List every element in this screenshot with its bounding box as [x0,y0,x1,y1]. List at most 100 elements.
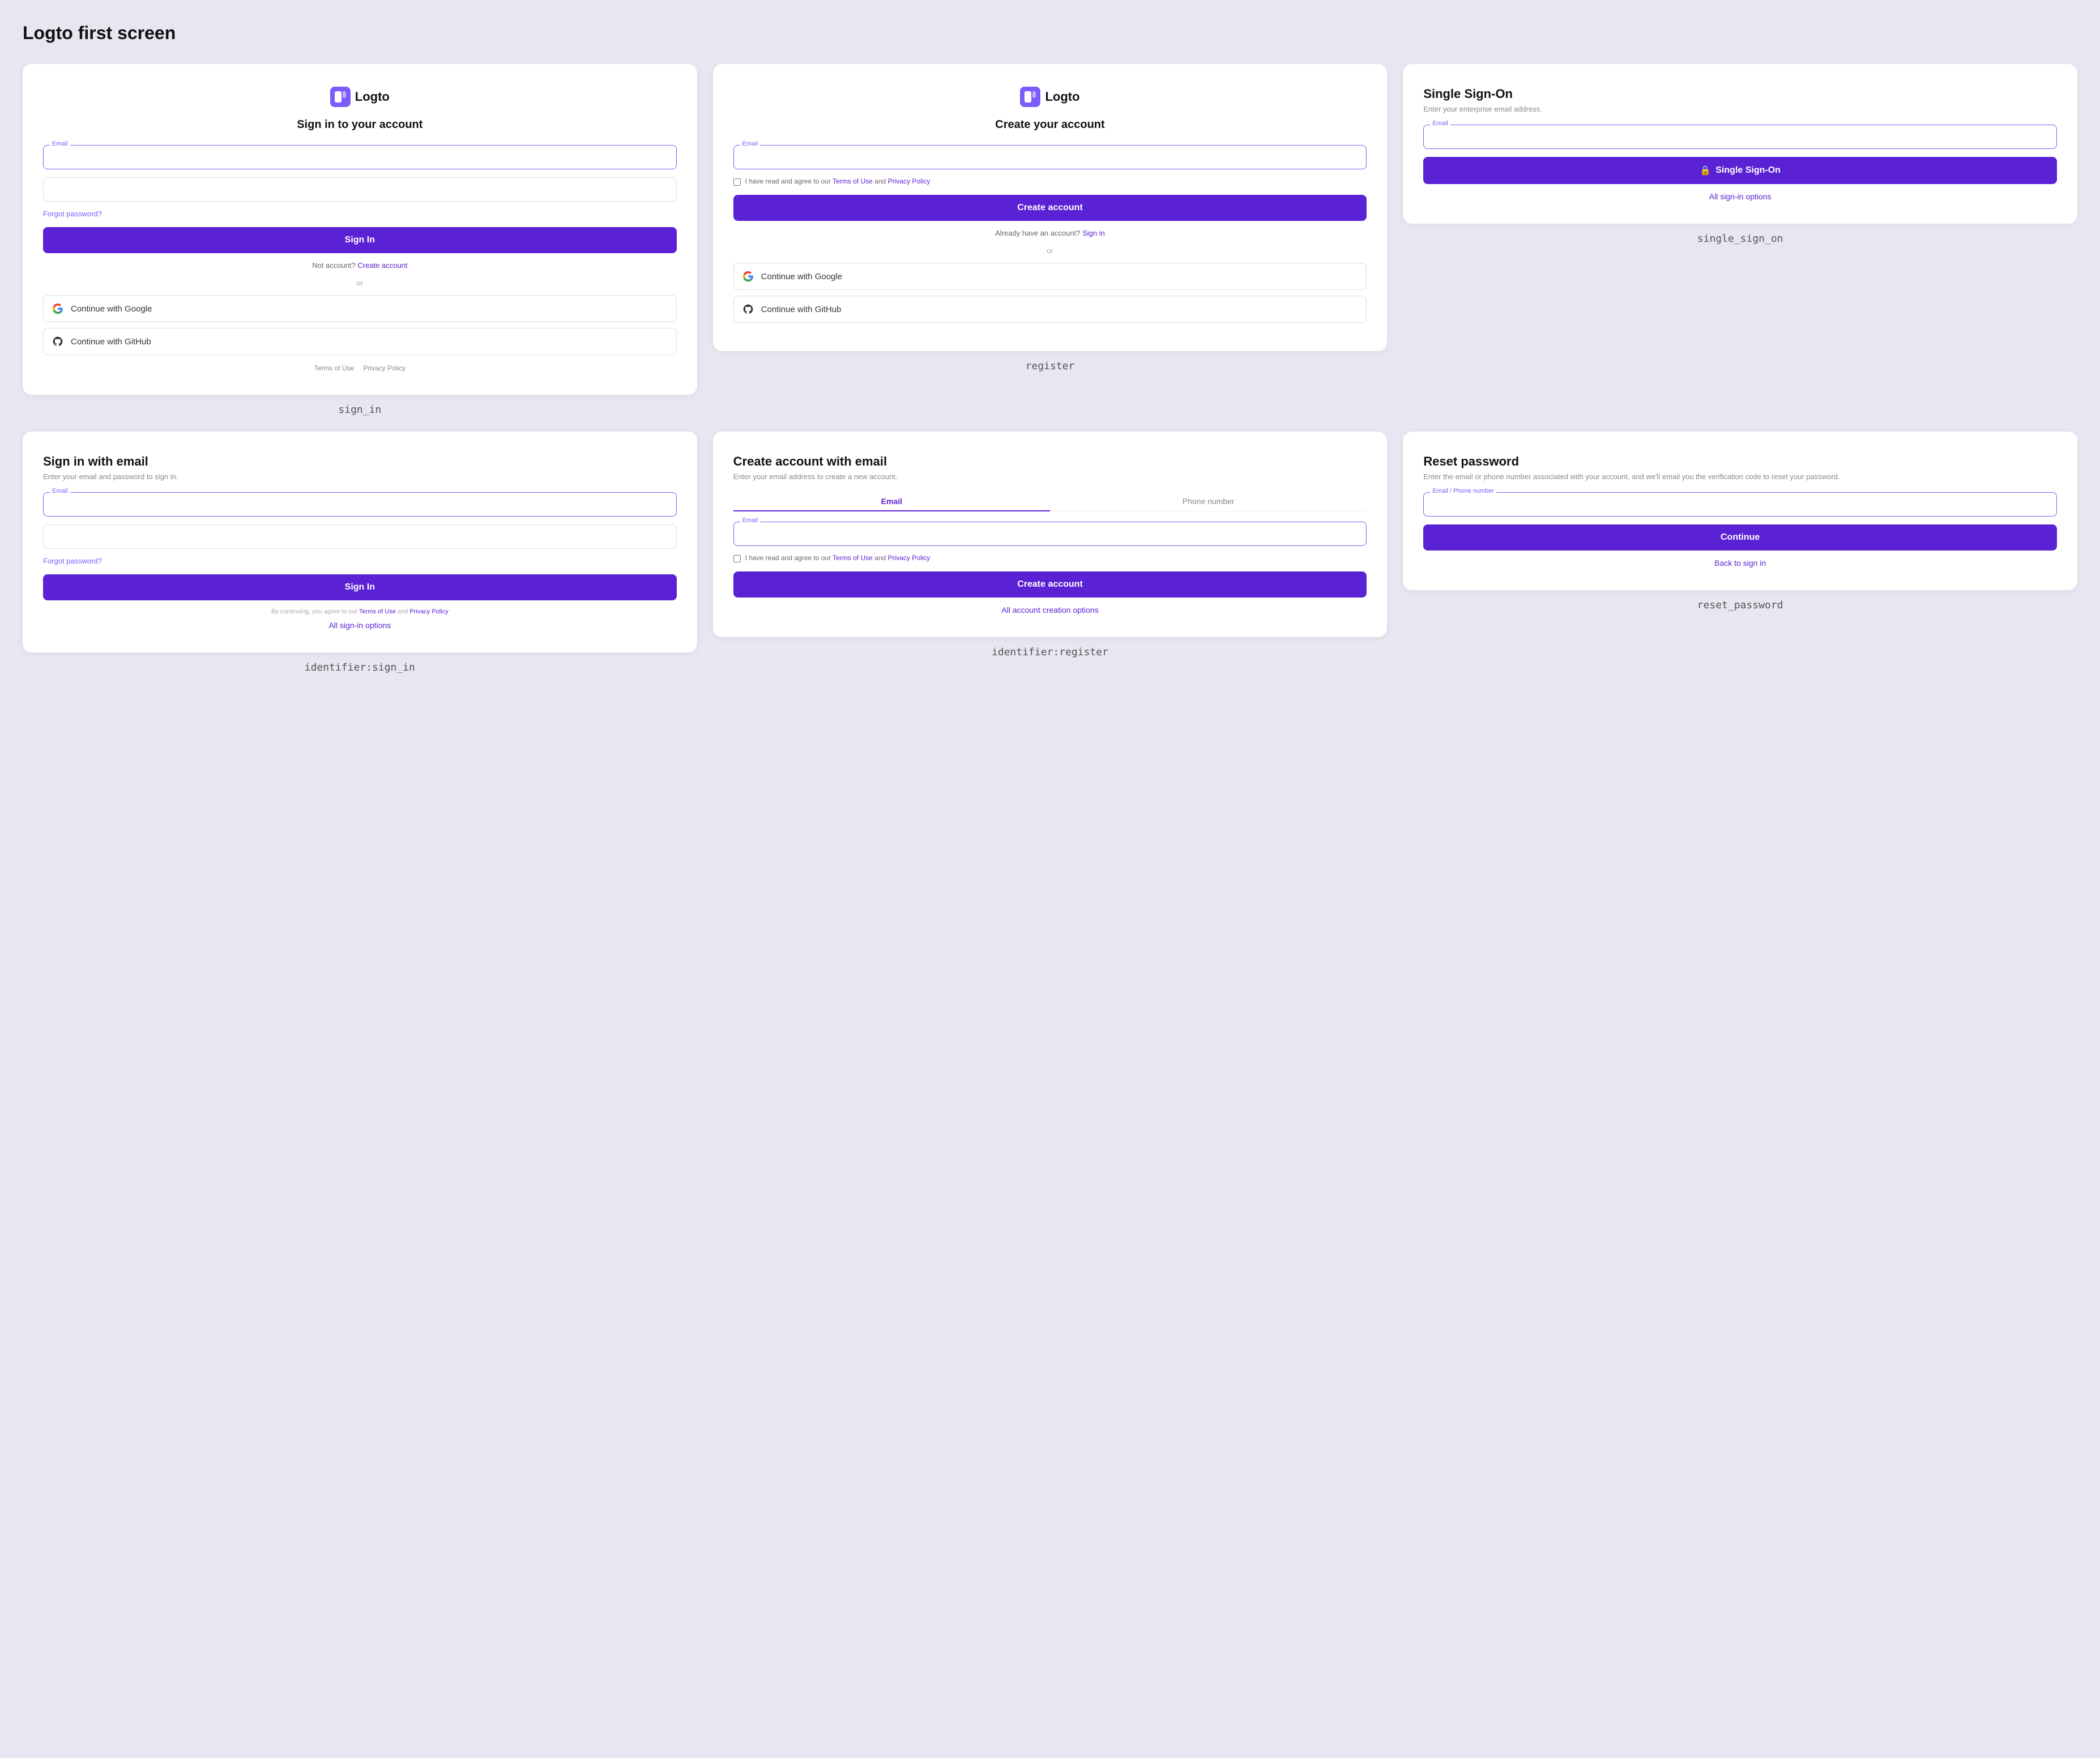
register-google-icon [742,270,754,283]
identifier-register-privacy-link[interactable]: Privacy Policy [888,554,931,562]
sso-subtext: Enter your enterprise email address. [1423,105,2057,113]
page-title: Logto first screen [23,23,2077,44]
sign-in-card: Logto Sign in to your account Email Forg… [23,64,697,395]
identifier-sign-in-subtext: Enter your email and password to sign in… [43,472,677,481]
identifier-sign-in-card-wrapper: Sign in with email Enter your email and … [23,432,697,673]
identifier-sign-in-password-group [43,524,677,549]
github-icon [52,335,64,348]
sso-card: Single Sign-On Enter your enterprise ema… [1403,64,2077,224]
register-already-text: Already have an account? Sign in [733,229,1367,237]
register-sign-in-link[interactable]: Sign in [1082,229,1105,237]
reset-password-field-label: Email / Phone number [1430,488,1496,494]
register-create-button[interactable]: Create account [733,195,1367,221]
identifier-register-terms-checkbox[interactable] [733,555,741,562]
sign-in-password-group [43,177,677,202]
register-logto-logo-icon [1020,87,1040,107]
reset-password-card-wrapper: Reset password Enter the email or phone … [1403,432,2077,673]
register-privacy-link[interactable]: Privacy Policy [888,177,931,185]
sign-in-google-button[interactable]: Continue with Google [43,295,677,322]
sso-card-wrapper: Single Sign-On Enter your enterprise ema… [1403,64,2077,416]
register-card: Logto Create your account Email I have r… [713,64,1388,351]
identifier-sign-in-terms-text: By continuing, you agree to our Terms of… [43,608,677,615]
sign-in-forgot-password-link[interactable]: Forgot password? [43,210,677,218]
sign-in-card-wrapper: Logto Sign in to your account Email Forg… [23,64,697,416]
identifier-register-subtext: Enter your email address to create a new… [733,472,1367,481]
reset-password-heading: Reset password [1423,454,2057,469]
identifier-sign-in-password-input[interactable] [43,524,677,549]
register-terms-link[interactable]: Terms of Use [833,177,873,185]
identifier-sign-in-email-input[interactable] [43,492,677,517]
sign-in-github-button[interactable]: Continue with GitHub [43,328,677,355]
register-terms-checkbox[interactable] [733,178,741,186]
sso-all-options-link[interactable]: All sign-in options [1423,192,2057,201]
identifier-sign-in-button[interactable]: Sign In [43,574,677,600]
register-or: or [733,246,1367,255]
identifier-register-terms-row: I have read and agree to our Terms of Us… [733,554,1367,562]
identifier-register-terms-link[interactable]: Terms of Use [833,554,873,562]
sign-in-password-input[interactable] [43,177,677,202]
sign-in-button[interactable]: Sign In [43,227,677,253]
sso-email-group: Email [1423,125,2057,149]
identifier-register-email-group: Email [733,522,1367,546]
register-github-icon [742,303,754,315]
register-brand-name: Logto [1045,89,1079,104]
sign-in-email-label: Email [50,140,70,147]
identifier-register-card: Create account with email Enter your ema… [713,432,1388,637]
sign-in-email-input[interactable] [43,145,677,169]
identifier-sign-in-all-options-link[interactable]: All sign-in options [43,621,677,630]
register-github-label: Continue with GitHub [761,305,842,314]
identifier-register-email-label: Email [740,517,761,524]
sso-button[interactable]: 🔒 Single Sign-On [1423,157,2057,184]
reset-password-field-group: Email / Phone number [1423,492,2057,517]
sign-in-google-label: Continue with Google [71,304,152,314]
identifier-sign-in-card-label: identifier:sign_in [305,662,415,673]
logto-logo-icon [330,87,351,107]
identifier-register-heading: Create account with email [733,454,1367,469]
identifier-register-card-label: identifier:register [992,646,1108,658]
tab-phone[interactable]: Phone number [1050,492,1367,511]
sso-heading: Single Sign-On [1423,87,2057,101]
identifier-register-card-wrapper: Create account with email Enter your ema… [713,432,1388,673]
sign-in-terms-link[interactable]: Terms of Use [314,364,355,372]
tab-email[interactable]: Email [733,492,1050,511]
sign-in-email-group: Email [43,145,677,169]
register-email-group: Email [733,145,1367,169]
sso-card-label: single_sign_on [1697,233,1783,245]
register-heading: Create your account [733,118,1367,131]
register-logo-area: Logto [733,87,1367,107]
identifier-register-all-options-link[interactable]: All account creation options [733,605,1367,615]
identifier-register-tabs: Email Phone number [733,492,1367,511]
identifier-register-create-button[interactable]: Create account [733,571,1367,598]
sign-in-or: or [43,279,677,287]
sso-email-label: Email [1430,120,1450,127]
sign-in-github-label: Continue with GitHub [71,337,151,347]
sign-in-privacy-link[interactable]: Privacy Policy [363,364,406,372]
sign-in-footer-links: Terms of Use Privacy Policy [43,364,677,372]
reset-password-back-link[interactable]: Back to sign in [1423,558,2057,567]
identifier-sign-in-email-group: Email [43,492,677,517]
identifier-sign-in-forgot-link[interactable]: Forgot password? [43,557,677,565]
reset-password-subtext: Enter the email or phone number associat… [1423,472,2057,481]
identifier-sign-in-email-label: Email [50,488,70,494]
register-terms-row: I have read and agree to our Terms of Us… [733,177,1367,186]
register-github-button[interactable]: Continue with GitHub [733,296,1367,323]
reset-password-input[interactable] [1423,492,2057,517]
identifier-sign-in-terms-link[interactable]: Terms of Use [359,608,396,615]
reset-password-continue-button[interactable]: Continue [1423,524,2057,551]
register-email-input[interactable] [733,145,1367,169]
register-card-wrapper: Logto Create your account Email I have r… [713,64,1388,416]
sso-email-input[interactable] [1423,125,2057,149]
reset-password-card-label: reset_password [1697,599,1783,611]
identifier-sign-in-privacy-link[interactable]: Privacy Policy [409,608,448,615]
register-email-label: Email [740,140,761,147]
register-google-label: Continue with Google [761,272,842,281]
google-icon [52,302,64,315]
sign-in-create-account-link[interactable]: Create account [357,261,407,270]
lock-icon: 🔒 [1700,165,1711,176]
identifier-sign-in-heading: Sign in with email [43,454,677,469]
sign-in-card-label: sign_in [338,404,381,416]
reset-password-card: Reset password Enter the email or phone … [1403,432,2077,590]
sign-in-no-account: Not account? Create account [43,261,677,270]
identifier-register-email-input[interactable] [733,522,1367,546]
register-google-button[interactable]: Continue with Google [733,263,1367,290]
